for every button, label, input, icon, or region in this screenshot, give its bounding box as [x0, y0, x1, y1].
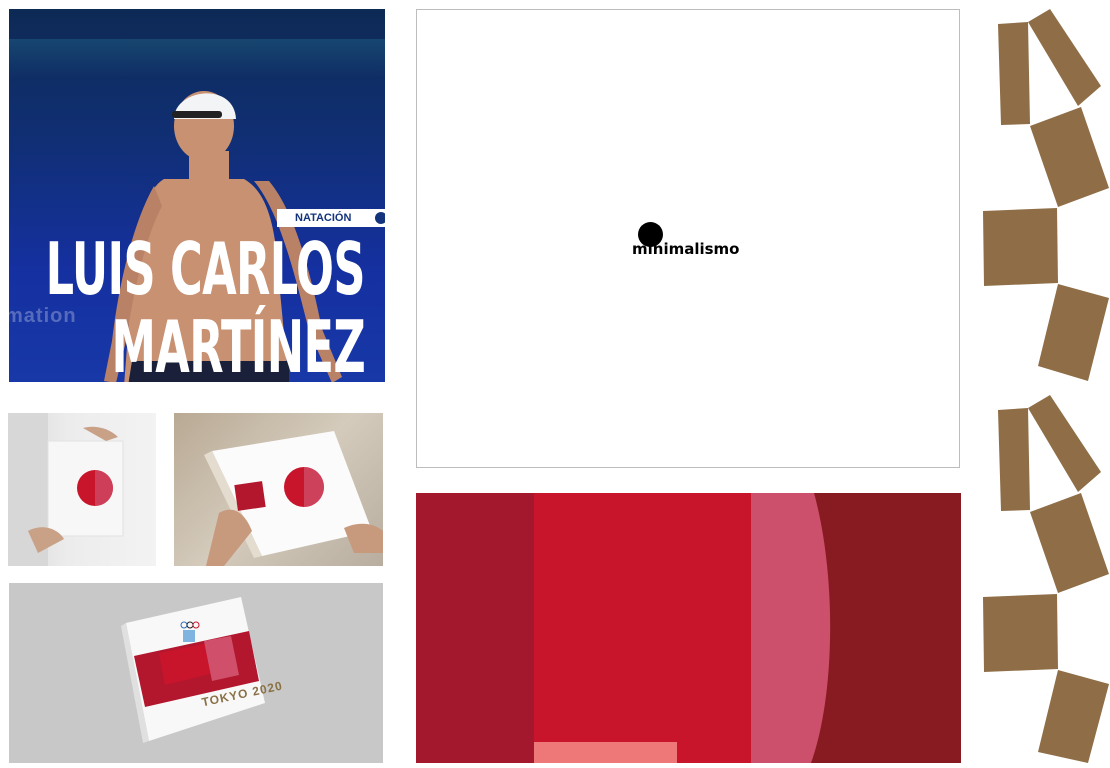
red-abstract-panel [416, 493, 961, 763]
book-cover-illustration [121, 597, 265, 743]
swimmer-poster: mation NATACIÓN LUIS CARLOS MARTÍNEZ [9, 9, 385, 382]
athlete-name-line2: MARTÍNEZ [111, 305, 365, 382]
category-label: NATACIÓN [295, 212, 352, 224]
red-blocks-illustration [416, 493, 961, 763]
brown-square-pattern [975, 0, 1110, 763]
category-badge: NATACIÓN [277, 209, 385, 227]
minimalismo-page: minimalismo [416, 9, 960, 468]
pool-lane-lines [9, 39, 385, 79]
book-held-illustration [8, 413, 124, 566]
minimalismo-label: minimalismo [632, 240, 740, 258]
book-mockup-cover: TOKYO 2020 [9, 583, 383, 763]
book-mockup-held [8, 413, 156, 566]
athlete-name-line1: LUIS CARLOS [45, 227, 366, 311]
book-mockup-case [174, 413, 383, 566]
pattern-illustration [983, 9, 1109, 763]
swimming-logo-icon [375, 212, 385, 224]
book-case-illustration [204, 431, 383, 566]
